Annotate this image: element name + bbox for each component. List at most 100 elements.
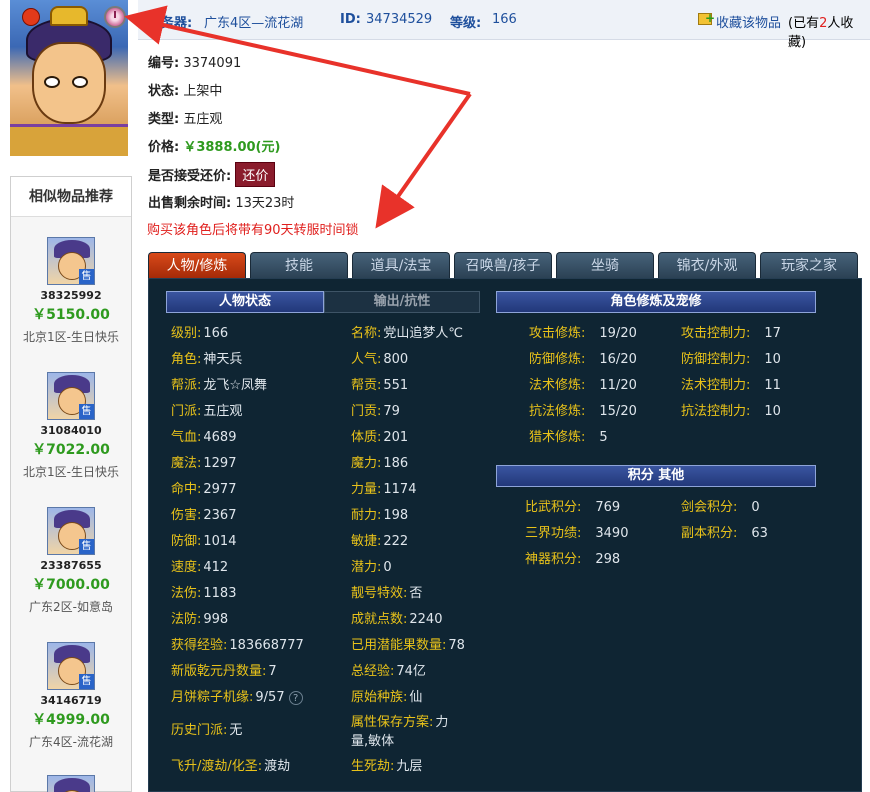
stat-mid-9: 潜力: 0 bbox=[351, 556, 392, 575]
stat-mid-3-label: 门贡: bbox=[351, 404, 382, 419]
timer-icon[interactable] bbox=[104, 6, 126, 28]
avatar-eye-left bbox=[44, 76, 60, 88]
transfer-lock-notice: 购买该角色后将带有90天转服时间锁 bbox=[147, 223, 359, 238]
tab-character[interactable]: 人物/修炼 bbox=[148, 252, 246, 278]
favorite-icon[interactable] bbox=[698, 11, 715, 25]
stat-mid-3: 门贡: 79 bbox=[351, 400, 400, 419]
tab-skills[interactable]: 技能 bbox=[250, 252, 348, 278]
cultivation-3: 抗法修炼: 15/20 bbox=[529, 400, 637, 419]
stat-mid-12-label: 已用潜能果数量: bbox=[351, 638, 447, 653]
tab-mounts[interactable]: 坐骑 bbox=[556, 252, 654, 278]
tab-items[interactable]: 道具/法宝 bbox=[352, 252, 450, 278]
stat-mid-10: 靓号特效: 否 bbox=[351, 582, 422, 601]
stat-mid-5-label: 魔力: bbox=[351, 456, 382, 471]
stat-left-8-value: 1014 bbox=[203, 534, 237, 549]
cultivation-4-value: 5 bbox=[599, 430, 608, 445]
level-value: 166 bbox=[492, 12, 517, 27]
stat-left-12-value: 183668777 bbox=[229, 638, 304, 653]
rec-item-4[interactable]: 售 34146719 ￥4999.00 广东4区-流花湖 bbox=[11, 642, 131, 750]
stat-mid-3-value: 79 bbox=[383, 404, 400, 419]
item-header: 服务器: 广东4区—流花湖 ID: 34734529 等级: 166 收藏该物品… bbox=[138, 0, 870, 50]
bargain-button[interactable]: 还价 bbox=[235, 162, 276, 187]
help-icon[interactable]: ? bbox=[288, 691, 303, 705]
stat-left-16: 飞升/渡劫/化圣: 渡劫 bbox=[171, 755, 290, 774]
rec-item-server: 北京1区-生日快乐 bbox=[23, 330, 119, 344]
points2-1: 副本积分: 63 bbox=[681, 522, 768, 541]
cultivation-2: 法术修炼: 11/20 bbox=[529, 374, 637, 393]
cultivation-4: 猎术修炼: 5 bbox=[529, 426, 608, 445]
rec-item-thumbnail[interactable]: 售 bbox=[47, 642, 95, 690]
rec-item-id: 31084010 bbox=[40, 424, 102, 437]
cultivation-2-label: 法术修炼: bbox=[529, 378, 586, 393]
arrow-to-notice bbox=[375, 92, 472, 229]
rec-item-id: 38325992 bbox=[40, 289, 102, 302]
stat-mid-15-value: 力 bbox=[435, 715, 449, 730]
cultivation-1-label: 防御修炼: bbox=[529, 352, 586, 367]
stat-left-7-label: 伤害: bbox=[171, 508, 202, 523]
stat-left-15-value: 无 bbox=[229, 723, 243, 738]
control-1-value: 10 bbox=[764, 352, 781, 367]
control-0: 攻击控制力: 17 bbox=[681, 322, 781, 341]
stat-mid-8-value: 222 bbox=[383, 534, 409, 549]
stat-mid-6-value: 1174 bbox=[383, 482, 417, 497]
stat-left-5: 魔法: 1297 bbox=[171, 452, 236, 471]
cultivation-2-value: 11/20 bbox=[599, 378, 637, 393]
control-0-value: 17 bbox=[764, 326, 781, 341]
rec-item-thumbnail[interactable]: 售 bbox=[47, 372, 95, 420]
rec-item-2[interactable]: 售 31084010 ￥7022.00 北京1区-生日快乐 bbox=[11, 372, 131, 480]
stat-mid-7-value: 198 bbox=[383, 508, 409, 523]
stat-left-8-label: 防御: bbox=[171, 534, 202, 549]
stat-mid-13-label: 总经验: bbox=[351, 664, 395, 679]
stat-left-13-label: 新版乾元丹数量: bbox=[171, 664, 267, 679]
points-0-value: 769 bbox=[595, 500, 621, 515]
stat-mid-0-value: 党山追梦人℃ bbox=[383, 326, 463, 341]
stat-left-11-label: 法防: bbox=[171, 612, 202, 627]
sell-badge: 售 bbox=[79, 269, 94, 284]
control-1: 防御控制力: 10 bbox=[681, 348, 781, 367]
rec-item-id: 34146719 bbox=[40, 694, 102, 707]
tab-pets[interactable]: 召唤兽/孩子 bbox=[454, 252, 552, 278]
avatar-eye-right bbox=[72, 76, 88, 88]
stat-left-11: 法防: 998 bbox=[171, 608, 228, 627]
sell-badge: 售 bbox=[79, 674, 94, 689]
rec-item-1[interactable]: 售 38325992 ￥5150.00 北京1区-生日快乐 bbox=[11, 237, 131, 345]
rec-item-thumbnail[interactable]: 售 bbox=[47, 237, 95, 285]
stat-left-0-value: 166 bbox=[203, 326, 229, 341]
control-3: 抗法控制力: 10 bbox=[681, 400, 781, 419]
points-1-label: 三界功绩: bbox=[525, 526, 582, 541]
stat-mid-6: 力量: 1174 bbox=[351, 478, 416, 497]
favorite-link[interactable]: 收藏该物品 bbox=[716, 12, 781, 31]
rec-item-3[interactable]: 售 23387655 ￥7000.00 广东2区-如意岛 bbox=[11, 507, 131, 615]
rec-item-id: 23387655 bbox=[40, 559, 102, 572]
rec-item-thumbnail[interactable] bbox=[47, 775, 95, 792]
bargain-row: 是否接受还价: 还价 bbox=[148, 162, 276, 187]
stat-mid-4: 体质: 201 bbox=[351, 426, 408, 445]
tab-output-resistance[interactable]: 输出/抗性 bbox=[324, 291, 480, 313]
stat-mid-1-label: 人气: bbox=[351, 352, 382, 367]
rec-item-price: ￥4999.00 bbox=[32, 712, 110, 728]
tab-outfits[interactable]: 锦衣/外观 bbox=[658, 252, 756, 278]
stat-left-12: 获得经验: 183668777 bbox=[171, 634, 304, 653]
points2-0-label: 剑会积分: bbox=[681, 500, 738, 515]
stat-mid-13-value: 74亿 bbox=[396, 664, 426, 679]
points2-1-value: 63 bbox=[751, 526, 768, 541]
cultivation-0-value: 19/20 bbox=[599, 326, 637, 341]
stat-left-9-label: 速度: bbox=[171, 560, 202, 575]
stat-left-10-label: 法伤: bbox=[171, 586, 202, 601]
server-value: 广东4区—流花湖 bbox=[204, 16, 304, 31]
avatar-robe bbox=[10, 124, 128, 156]
stat-mid-2: 帮贡: 551 bbox=[351, 374, 408, 393]
stat-left-16-label: 飞升/渡劫/化圣: bbox=[171, 759, 263, 774]
tab-player-home[interactable]: 玩家之家 bbox=[760, 252, 858, 278]
points2-0-value: 0 bbox=[751, 500, 760, 515]
stat-left-2-value: 龙飞☆凤舞 bbox=[203, 378, 268, 393]
stat-left-9-value: 412 bbox=[203, 560, 229, 575]
sell-badge: 售 bbox=[79, 404, 94, 419]
rec-item-thumbnail[interactable]: 售 bbox=[47, 507, 95, 555]
stat-mid-12-value: 78 bbox=[448, 638, 465, 653]
rec-item-5[interactable] bbox=[11, 775, 131, 792]
stat-mid-5: 魔力: 186 bbox=[351, 452, 408, 471]
stat-mid-6-label: 力量: bbox=[351, 482, 382, 497]
tab-character-status[interactable]: 人物状态 bbox=[166, 291, 324, 313]
avatar-face bbox=[32, 42, 106, 124]
